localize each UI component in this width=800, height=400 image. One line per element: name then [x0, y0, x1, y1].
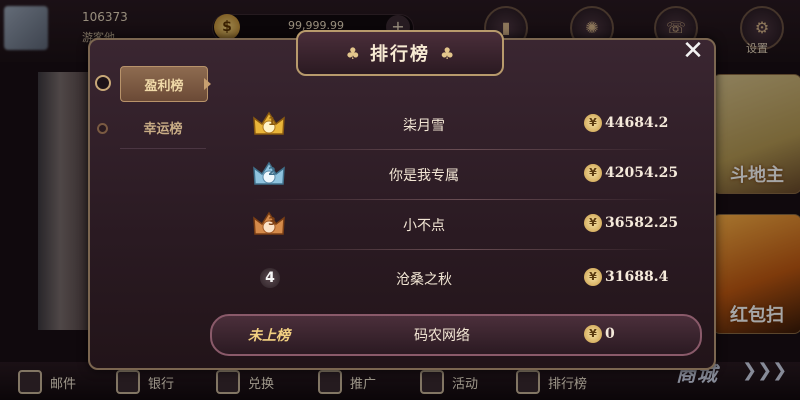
row-divider [252, 249, 672, 250]
tab-pointer-icon [204, 78, 211, 90]
yen-coin-icon: ¥ [584, 114, 602, 132]
tab-luck-ranking[interactable]: 幸运榜 [120, 110, 206, 144]
winnings-amount: 42054.25 [605, 165, 679, 181]
tab-divider [120, 148, 206, 149]
club-icon: ♣ [345, 43, 360, 63]
tab-indicator-active [95, 75, 111, 91]
winnings-amount: 44684.2 [605, 115, 669, 131]
close-icon[interactable]: ✕ [678, 36, 708, 66]
rank-row: 4 沧桑之秋 ¥ 31688.4 [224, 254, 700, 304]
winnings-amount: 36582.25 [605, 215, 679, 231]
yen-coin-icon: ¥ [584, 214, 602, 232]
rank-number: 2 [268, 165, 276, 178]
rank-row: 1 柒月雪 ¥ 44684.2 [224, 100, 700, 150]
player-winnings: ¥ 36582.25 [584, 214, 678, 232]
winnings-amount: 0 [605, 326, 615, 342]
rank-number: 4 [260, 268, 280, 288]
player-winnings: ¥ 44684.2 [584, 114, 668, 132]
player-name: 柒月雪 [403, 118, 445, 134]
my-rank-row: 未上榜 码农网络 ¥ 0 [210, 314, 702, 356]
player-name: 小不点 [403, 218, 445, 234]
tab-indicator [97, 123, 108, 134]
rank-number: 1 [268, 115, 276, 128]
my-winnings: ¥ 0 [584, 325, 615, 343]
my-rank-status: 未上榜 [248, 328, 290, 344]
rank-number: 3 [268, 215, 276, 228]
player-name: 沧桑之秋 [396, 272, 452, 288]
club-icon: ♣ [440, 43, 455, 63]
player-name: 你是我专属 [389, 168, 459, 184]
dialog-title: 排行榜 [370, 44, 430, 65]
yen-coin-icon: ¥ [584, 164, 602, 182]
rank-row: 2 你是我专属 ¥ 42054.25 [224, 150, 700, 200]
tab-profit-ranking[interactable]: 盈利榜 [120, 66, 208, 102]
tab-label: 盈利榜 [144, 78, 184, 94]
my-player-name: 码农网络 [414, 328, 470, 344]
rank-row: 3 小不点 ¥ 36582.25 [224, 200, 700, 250]
dialog-title-plaque: ♣ 排行榜 ♣ [296, 30, 504, 76]
player-winnings: ¥ 42054.25 [584, 164, 678, 182]
yen-coin-icon: ¥ [584, 325, 602, 343]
tab-label: 幸运榜 [143, 121, 183, 137]
player-winnings: ¥ 31688.4 [584, 268, 668, 286]
winnings-amount: 31688.4 [605, 269, 669, 285]
yen-coin-icon: ¥ [584, 268, 602, 286]
